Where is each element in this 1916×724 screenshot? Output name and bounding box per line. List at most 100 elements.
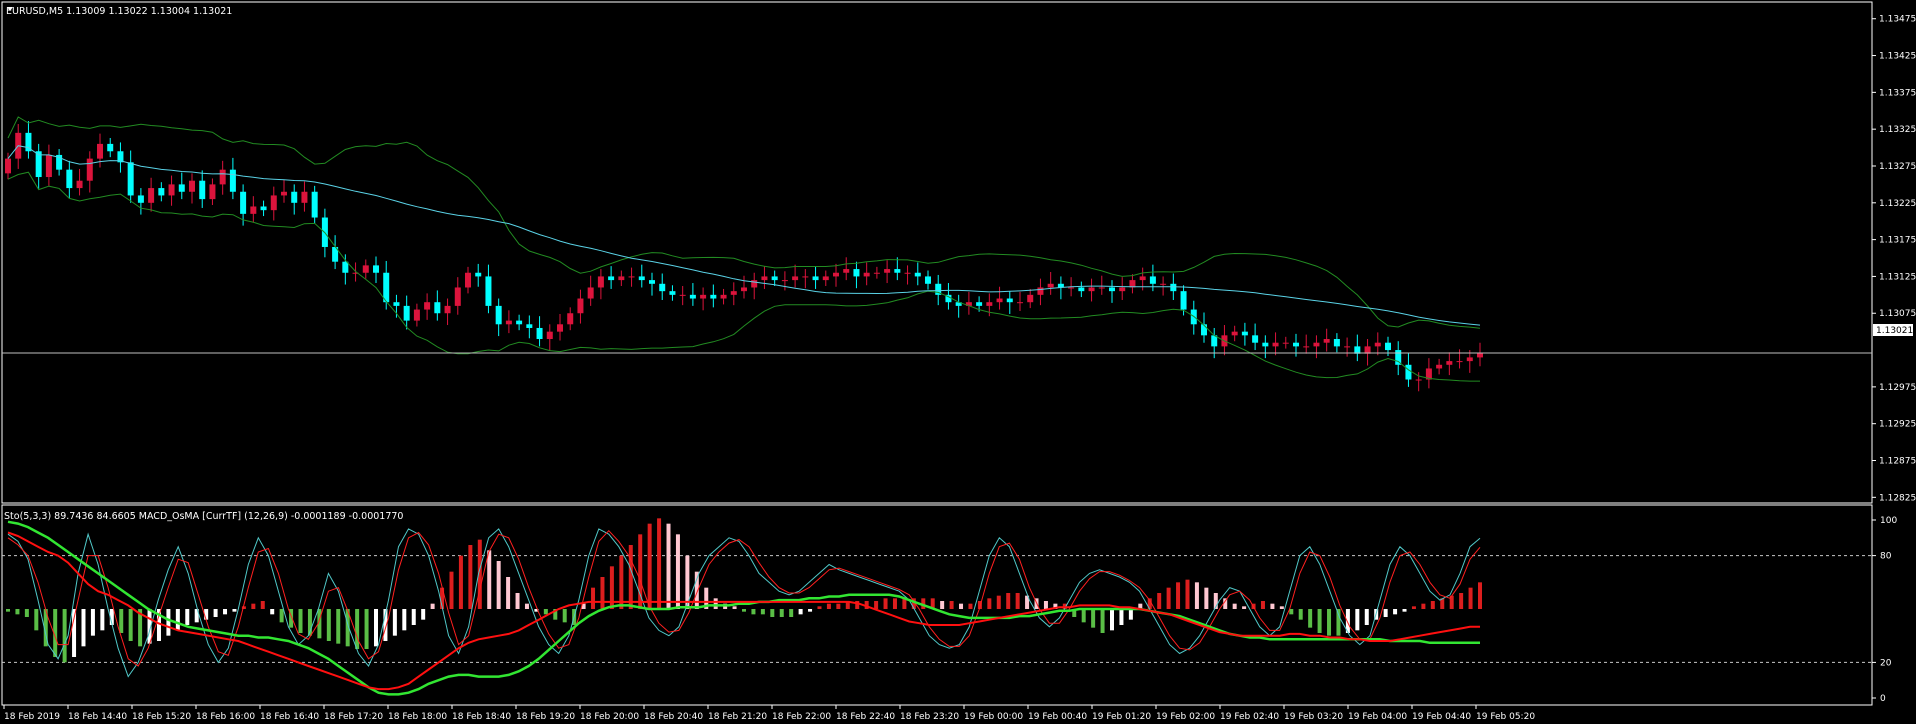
candle-body[interactable] [86, 158, 93, 181]
trading-chart[interactable]: 1.13475 1.13425 1.13375 1.13325 1.13275 1.132… [0, 0, 1916, 724]
candle-body[interactable] [97, 143, 103, 159]
candle-body[interactable] [1446, 361, 1453, 365]
candle-body[interactable] [1344, 346, 1351, 348]
candle-body[interactable] [781, 280, 788, 282]
candle-body[interactable] [444, 305, 451, 314]
candle-body[interactable] [1241, 331, 1248, 336]
candle-body[interactable] [1456, 361, 1463, 363]
candle-body[interactable] [465, 272, 471, 288]
candle-body[interactable] [168, 184, 175, 196]
candle-body[interactable] [1477, 353, 1483, 358]
candle-body[interactable] [1436, 364, 1443, 369]
candle-body[interactable] [475, 272, 482, 277]
candle-body[interactable] [1282, 342, 1289, 344]
candle-body[interactable] [792, 276, 799, 281]
candle-body[interactable] [1068, 287, 1075, 289]
candle-body[interactable] [679, 294, 686, 296]
candle-body[interactable] [189, 180, 195, 192]
candle-body[interactable] [137, 195, 144, 203]
candle-body[interactable] [925, 276, 931, 284]
candle-body[interactable] [495, 305, 502, 325]
candle-body[interactable] [863, 272, 870, 277]
candle-body[interactable] [1262, 342, 1269, 347]
candle-body[interactable] [1047, 283, 1054, 288]
candle-body[interactable] [281, 191, 287, 196]
candle-body[interactable] [689, 294, 696, 299]
candle-body[interactable] [1006, 298, 1013, 303]
candle-body[interactable] [720, 294, 727, 299]
candle-body[interactable] [894, 269, 901, 273]
candle-body[interactable] [199, 180, 206, 200]
candle-body[interactable] [66, 169, 73, 189]
candle-body[interactable] [904, 272, 911, 274]
candle-body[interactable] [700, 294, 707, 299]
candle-body[interactable] [843, 269, 850, 273]
candle-body[interactable] [659, 283, 666, 292]
candle-body[interactable] [424, 302, 431, 310]
candle-body[interactable] [301, 191, 308, 203]
candle-body[interactable] [1078, 287, 1085, 292]
candle-body[interactable] [505, 320, 512, 325]
candle-body[interactable] [260, 206, 267, 211]
candle-body[interactable] [229, 169, 236, 192]
candle-body[interactable] [1374, 342, 1381, 347]
candle-body[interactable] [884, 269, 891, 273]
candle-body[interactable] [1385, 342, 1391, 351]
candle-body[interactable] [1415, 379, 1422, 381]
candle-body[interactable] [178, 184, 185, 192]
candle-body[interactable] [1088, 287, 1095, 292]
candle-body[interactable] [833, 272, 839, 277]
candle-body[interactable] [1303, 346, 1310, 348]
candle-body[interactable] [649, 280, 655, 284]
candle-body[interactable] [1160, 283, 1167, 285]
candle-body[interactable] [751, 280, 758, 288]
candle-body[interactable] [1252, 335, 1259, 343]
candle-body[interactable] [209, 184, 216, 200]
candle-body[interactable] [1017, 302, 1023, 304]
candle-body[interactable] [802, 276, 809, 278]
candle-body[interactable] [741, 287, 747, 292]
candle-body[interactable] [413, 309, 420, 321]
candle-body[interactable] [240, 191, 247, 214]
candle-body[interactable] [148, 188, 155, 203]
candle-body[interactable] [771, 276, 778, 281]
candle-body[interactable] [996, 298, 1003, 303]
candle-body[interactable] [383, 272, 390, 303]
candle-body[interactable] [853, 269, 860, 277]
candle-body[interactable] [761, 276, 768, 281]
candle-body[interactable] [1119, 287, 1126, 292]
candle-body[interactable] [25, 132, 32, 152]
candle-body[interactable] [1323, 339, 1330, 343]
candle-body[interactable] [1037, 287, 1044, 295]
candle-body[interactable] [638, 276, 645, 281]
candle-body[interactable] [608, 276, 615, 281]
candle-body[interactable] [393, 302, 400, 306]
candle-body[interactable] [127, 162, 134, 196]
candle-body[interactable] [516, 320, 523, 325]
candle-body[interactable] [1098, 287, 1105, 289]
candle-body[interactable] [873, 272, 880, 274]
candle-body[interactable] [557, 324, 563, 332]
candle-body[interactable] [1272, 342, 1279, 347]
candle-body[interactable] [291, 191, 298, 203]
candle-body[interactable] [45, 154, 52, 178]
candle-body[interactable] [546, 331, 553, 340]
candle-body[interactable] [373, 265, 379, 273]
candle-body[interactable] [250, 206, 257, 214]
candle-body[interactable] [976, 302, 983, 306]
candle-body[interactable] [577, 298, 584, 314]
candle-body[interactable] [812, 276, 819, 281]
candle-body[interactable] [270, 195, 277, 211]
candle-body[interactable] [914, 272, 921, 277]
candle-body[interactable] [986, 302, 993, 306]
candle-body[interactable] [1405, 364, 1412, 380]
candle-body[interactable] [536, 327, 543, 340]
candle-body[interactable] [1231, 331, 1238, 336]
candle-body[interactable] [342, 261, 349, 273]
candle-body[interactable] [567, 313, 574, 325]
candle-body[interactable] [1293, 342, 1299, 347]
candle-body[interactable] [822, 276, 829, 281]
candle-body[interactable] [107, 143, 114, 152]
candle-body[interactable] [76, 180, 83, 189]
candle-body[interactable] [485, 276, 492, 306]
